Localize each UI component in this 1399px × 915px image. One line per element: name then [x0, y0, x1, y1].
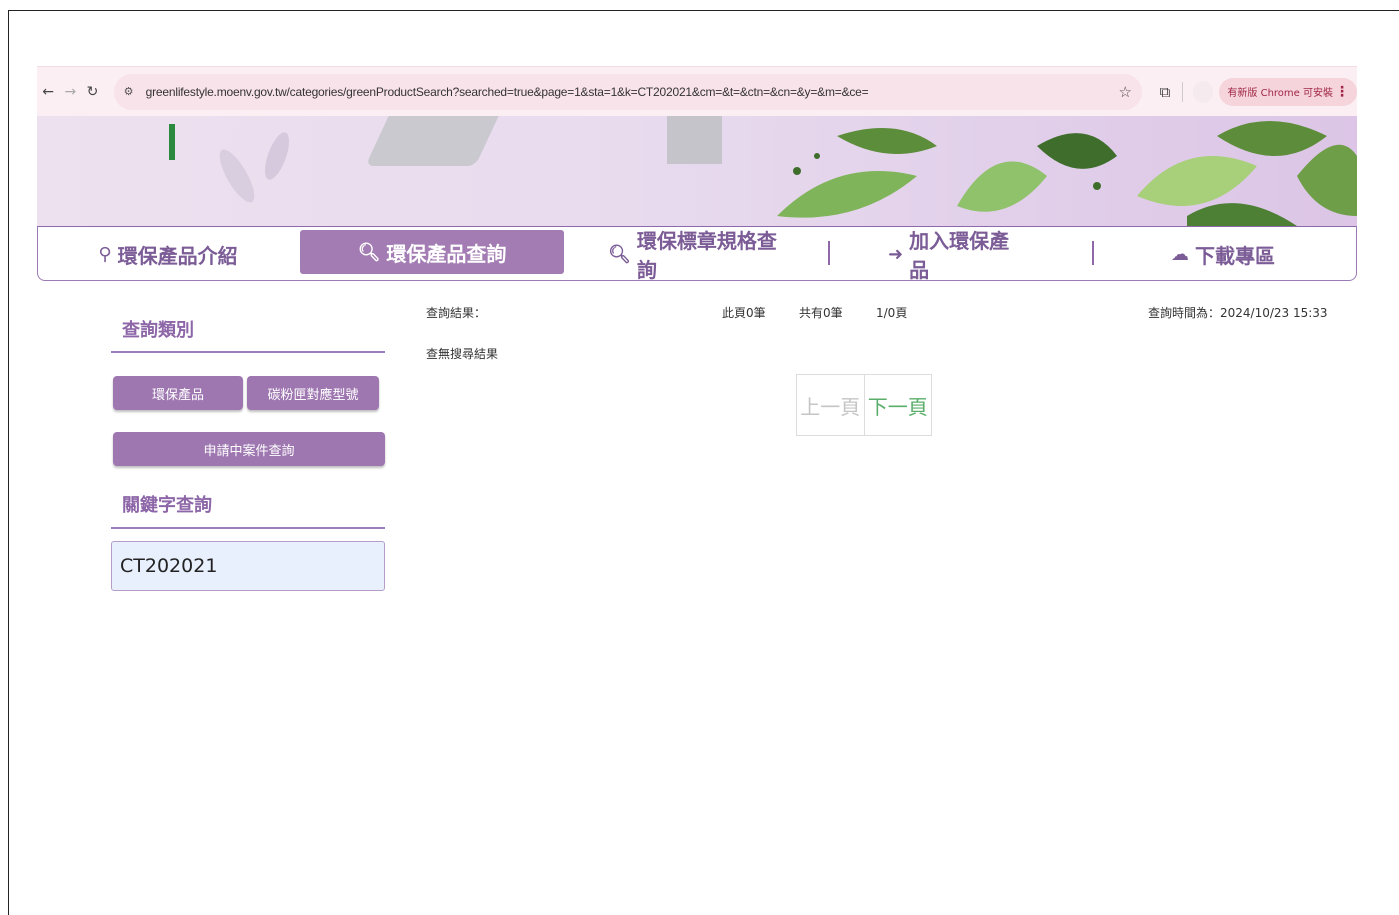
toolbar-divider	[1182, 81, 1184, 102]
nav-product-intro[interactable]: ⚲ 環保產品介紹	[98, 233, 238, 275]
browser-toolbar: ← → ↻ ⚙ greenlifestyle.moenv.gov.tw/cate…	[37, 66, 1357, 116]
nav-product-search-label: 環保產品查詢	[386, 241, 507, 266]
sign-in-icon: ➜	[888, 243, 904, 265]
page-indicator: 1/0頁	[876, 306, 908, 320]
nav-join[interactable]: ➜ 加入環保產品	[888, 229, 1028, 282]
search-icon: 🔍︎	[357, 241, 381, 263]
address-bar[interactable]: ⚙ greenlifestyle.moenv.gov.tw/categories…	[113, 73, 1142, 110]
category-title: 查詢類別	[122, 320, 194, 341]
query-time: 查詢時間為：2024/10/23 15:33	[1148, 306, 1328, 320]
keyword-divider	[111, 527, 385, 529]
site-banner	[37, 116, 1357, 226]
search-icon: 🔍︎	[608, 243, 631, 265]
nav-divider	[1092, 241, 1094, 265]
nav-download-label: 下載專區	[1195, 243, 1275, 268]
url-text: greenlifestyle.moenv.gov.tw/categories/g…	[145, 84, 869, 99]
extensions-icon[interactable]: ⧉	[1154, 83, 1176, 101]
nav-product-intro-label: 環保產品介紹	[117, 243, 238, 268]
nav-product-search[interactable]: 🔍︎ 環保產品查詢	[300, 230, 564, 274]
chrome-update-label: 有新版 Chrome 可安裝	[1227, 88, 1333, 99]
nav-spec-search-label: 環保標章規格查詢	[636, 229, 777, 282]
back-icon[interactable]: ←	[37, 84, 59, 100]
keyword-input[interactable]: CT202021	[111, 541, 385, 591]
pagination: 上一頁 下一頁	[796, 374, 932, 436]
page-count: 此頁0筆	[722, 306, 766, 320]
total-count: 共有0筆	[799, 306, 843, 320]
pending-cases-button[interactable]: 申請中案件查詢	[113, 432, 385, 466]
empty-message: 查無搜尋結果	[426, 347, 499, 361]
nav-spec-search[interactable]: 🔍︎ 環保標章規格查詢	[608, 229, 778, 282]
nav-join-label: 加入環保產品	[909, 229, 1010, 282]
nav-divider	[828, 241, 830, 265]
menu-kebab-icon[interactable]: ⋮	[1335, 84, 1349, 100]
next-page-button[interactable]: 下一頁	[865, 375, 932, 435]
nav-download[interactable]: ☁ 下載專區	[1168, 233, 1278, 275]
reload-icon[interactable]: ↻	[81, 84, 103, 100]
profile-avatar[interactable]	[1193, 80, 1214, 103]
site-info-icon[interactable]: ⚙	[124, 85, 142, 98]
bookmark-star-icon[interactable]: ☆	[1118, 83, 1131, 101]
category-divider	[111, 351, 385, 353]
main-nav: ⚲ 環保產品介紹 🔍︎ 環保產品查詢 🔍︎ 環保標章規格查詢 ➜ 加入環保產品 …	[37, 226, 1357, 282]
binoculars-icon: ⚲	[98, 243, 112, 265]
chrome-update-chip[interactable]: 有新版 Chrome 可安裝 ⋮	[1219, 77, 1357, 106]
keyword-title: 關鍵字查詢	[122, 495, 212, 516]
forward-icon[interactable]: →	[59, 84, 81, 100]
results-label: 查詢結果：	[426, 306, 487, 320]
prev-page-button[interactable]: 上一頁	[797, 375, 865, 435]
leaf-decoration	[219, 121, 1357, 226]
cartridge-button[interactable]: 碳粉匣對應型號	[247, 376, 379, 410]
cloud-download-icon: ☁	[1171, 243, 1189, 265]
products-button[interactable]: 環保產品	[113, 376, 243, 410]
